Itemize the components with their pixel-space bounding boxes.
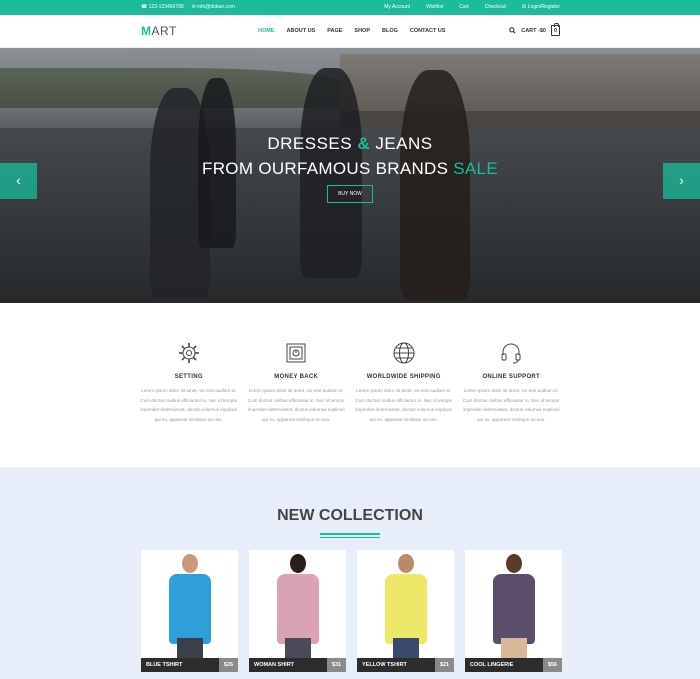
product-price: $56 bbox=[543, 658, 562, 672]
buy-now-button[interactable]: BUY NOW bbox=[327, 185, 373, 203]
gear-icon bbox=[178, 343, 199, 363]
new-collection-section: NEW COLLECTION BLUE TSHIRT $26 WOMAN SHI… bbox=[0, 467, 700, 679]
product-image[interactable] bbox=[168, 574, 211, 644]
feature-description: Lorem ipsum dolor sit amet, vix erat aud… bbox=[355, 388, 453, 422]
feature-money-back: MONEY BACK Lorem ipsum dolor sit amet, v… bbox=[243, 340, 351, 424]
features-section: SETTING Lorem ipsum dolor sit amet, vix … bbox=[135, 340, 565, 424]
feature-setting: SETTING Lorem ipsum dolor sit amet, vix … bbox=[135, 340, 243, 424]
login-register-link[interactable]: ☒ Login/Register bbox=[522, 4, 560, 10]
cart-widget[interactable]: CART -$0 0 bbox=[509, 23, 560, 36]
hero-sale-text: SALE bbox=[453, 159, 498, 178]
product-grid: BLUE TSHIRT $26 WOMAN SHIRT $31 YELLOW T… bbox=[141, 550, 562, 672]
feature-title: WORLDWIDE SHIPPING bbox=[366, 374, 441, 380]
logo-letter: M bbox=[141, 24, 152, 38]
title-underline bbox=[320, 533, 380, 538]
section-title: NEW COLLECTION bbox=[277, 507, 423, 524]
logo-text: ART bbox=[151, 24, 177, 38]
main-nav: HOME ABOUT US PAGE SHOP BLOG CONTACT US bbox=[258, 28, 446, 34]
slider-prev-button[interactable]: ‹ bbox=[0, 163, 37, 199]
hero-brands-text: FROM OURFAMOUS BRANDS bbox=[202, 159, 449, 178]
feature-description: Lorem ipsum dolor sit amet, vix erat aud… bbox=[462, 388, 560, 422]
hero-slider: DRESSES & JEANS FROM OURFAMOUS BRANDS SA… bbox=[0, 48, 700, 303]
product-price: $26 bbox=[219, 658, 238, 672]
product-price: $21 bbox=[435, 658, 454, 672]
nav-shop[interactable]: SHOP bbox=[354, 28, 370, 34]
product-card[interactable]: WOMAN SHIRT $31 bbox=[249, 550, 346, 672]
product-name[interactable]: YELLOW TSHIRT bbox=[357, 658, 435, 672]
slider-next-button[interactable]: › bbox=[663, 163, 700, 199]
nav-contact-us[interactable]: CONTACT US bbox=[410, 28, 446, 34]
product-label: COOL LINGERIE $56 bbox=[465, 658, 562, 672]
hero-heading-line2: FROM OURFAMOUS BRANDS SALE bbox=[0, 159, 700, 179]
shopping-bag-icon[interactable]: 0 bbox=[551, 23, 560, 36]
nav-page[interactable]: PAGE bbox=[327, 28, 342, 34]
hero-word-dresses: DRESSES bbox=[267, 134, 353, 153]
globe-icon bbox=[393, 342, 415, 364]
product-image[interactable] bbox=[276, 574, 319, 644]
product-card[interactable]: COOL LINGERIE $56 bbox=[465, 550, 562, 672]
product-name[interactable]: WOMAN SHIRT bbox=[249, 658, 327, 672]
login-register-label: Login/Register bbox=[527, 4, 560, 10]
feature-description: Lorem ipsum dolor sit amet, vix erat aud… bbox=[247, 388, 345, 422]
chevron-right-icon: › bbox=[679, 172, 684, 188]
cart-count: 0 bbox=[554, 28, 557, 34]
hero-heading-line1: DRESSES & JEANS bbox=[0, 134, 700, 154]
cart-label[interactable]: CART -$0 bbox=[521, 28, 546, 34]
my-account-link[interactable]: My Account bbox=[384, 4, 410, 10]
checkout-link[interactable]: Checkout bbox=[485, 4, 506, 10]
product-name[interactable]: COOL LINGERIE bbox=[465, 658, 543, 672]
search-icon[interactable] bbox=[509, 27, 516, 34]
hero-word-jeans: JEANS bbox=[375, 134, 433, 153]
nav-about-us[interactable]: ABOUT US bbox=[287, 28, 316, 34]
product-label: BLUE TSHIRT $26 bbox=[141, 658, 238, 672]
cart-link[interactable]: Cart bbox=[459, 4, 468, 10]
feature-worldwide-shipping: WORLDWIDE SHIPPING Lorem ipsum dolor sit… bbox=[350, 340, 458, 424]
wishlist-link[interactable]: Wishlist bbox=[426, 4, 443, 10]
product-model-head bbox=[181, 554, 198, 573]
product-image[interactable] bbox=[492, 574, 535, 644]
nav-blog[interactable]: BLOG bbox=[382, 28, 398, 34]
product-price: $31 bbox=[327, 658, 346, 672]
product-model-head bbox=[289, 554, 306, 573]
feature-online-support: ONLINE SUPPORT Lorem ipsum dolor sit ame… bbox=[458, 340, 566, 424]
product-card[interactable]: BLUE TSHIRT $26 bbox=[141, 550, 238, 672]
product-image[interactable] bbox=[384, 574, 427, 644]
top-bar: ☎ 123-123456789 ✉ info@dokan.com My Acco… bbox=[0, 0, 700, 15]
product-model-head bbox=[397, 554, 414, 573]
email-link[interactable]: ✉ info@dokan.com bbox=[192, 4, 235, 10]
nav-home[interactable]: HOME bbox=[258, 28, 275, 34]
hero-ampersand: & bbox=[357, 134, 371, 153]
feature-title: SETTING bbox=[174, 374, 203, 380]
headset-icon bbox=[501, 343, 521, 364]
chevron-left-icon: ‹ bbox=[16, 172, 21, 188]
product-card[interactable]: YELLOW TSHIRT $21 bbox=[357, 550, 454, 672]
phone-text: ☎ 123-123456789 bbox=[141, 4, 184, 10]
feature-title: MONEY BACK bbox=[274, 374, 319, 380]
logo[interactable]: MART bbox=[141, 24, 177, 38]
product-label: YELLOW TSHIRT $21 bbox=[357, 658, 454, 672]
feature-description: Lorem ipsum dolor sit amet, vix erat aud… bbox=[140, 388, 238, 422]
product-model-head bbox=[505, 554, 522, 573]
product-label: WOMAN SHIRT $31 bbox=[249, 658, 346, 672]
product-name[interactable]: BLUE TSHIRT bbox=[141, 658, 219, 672]
feature-title: ONLINE SUPPORT bbox=[482, 374, 541, 380]
safe-icon bbox=[286, 343, 306, 363]
header: MART HOME ABOUT US PAGE SHOP BLOG CONTAC… bbox=[0, 15, 700, 48]
